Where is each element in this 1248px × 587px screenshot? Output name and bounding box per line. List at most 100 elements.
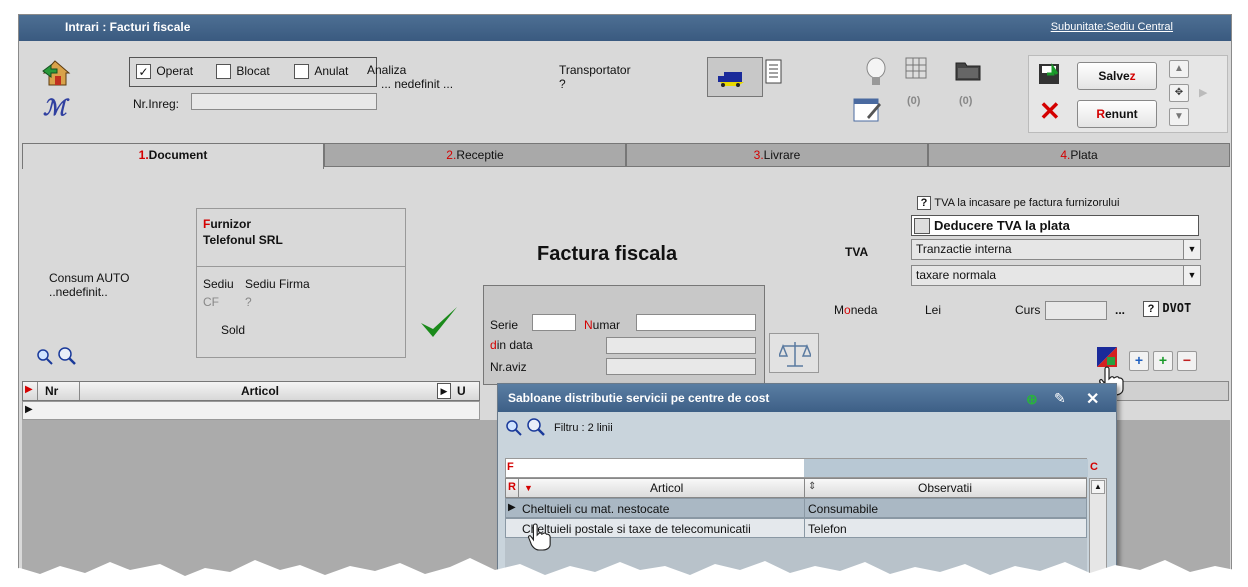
cancel-button[interactable]: Renunt	[1077, 100, 1157, 128]
torn-edge-decoration	[0, 558, 1248, 587]
nr-inreg-field[interactable]	[191, 93, 377, 110]
curs-field[interactable]	[1045, 301, 1107, 320]
dvot-label: DVOT	[1162, 301, 1192, 316]
consum-label: Consum AUTO	[49, 271, 130, 285]
col-u[interactable]: U	[457, 384, 466, 398]
col-dialog-articol[interactable]: Articol	[650, 481, 683, 495]
filter-status: Filtru : 2 linii	[554, 422, 613, 434]
lightbulb-icon[interactable]	[865, 57, 887, 92]
moneda-value[interactable]: Lei	[925, 303, 941, 317]
remove-button[interactable]: −	[1177, 351, 1197, 371]
table-row[interactable]: ▶	[22, 401, 480, 420]
sediu-label: Sediu	[203, 277, 234, 291]
furnizor-name: Telefonul SRL	[203, 233, 283, 247]
nr-aviz-label: Nr.aviz	[490, 360, 527, 374]
add-document-icon[interactable]: ⊕	[1026, 391, 1038, 408]
dialog-table-header: R ▼ Articol ⇕ Observatii	[505, 478, 1087, 498]
cancel-x-icon: ✕	[1039, 96, 1061, 126]
col-f-marker: F	[507, 461, 514, 473]
close-icon[interactable]: ✕	[1086, 389, 1099, 409]
table-row[interactable]: Cheltuieli postale si taxe de telecomuni…	[505, 518, 1087, 538]
home-icon[interactable]	[41, 59, 73, 90]
add-green-button[interactable]: +	[1153, 351, 1173, 371]
subunit-link[interactable]: Subunitate:Sediu Central	[1051, 21, 1173, 33]
document-list-icon[interactable]	[765, 59, 783, 88]
dialog-advanced-search-icon[interactable]	[526, 418, 546, 439]
transportator-value[interactable]: ?	[559, 77, 566, 91]
deducere-tva-row[interactable]: Deducere TVA la plata	[911, 215, 1199, 236]
folder-icon[interactable]	[955, 59, 981, 84]
validate-check-icon[interactable]	[419, 305, 459, 344]
filter-row[interactable]	[505, 458, 1088, 478]
col-dialog-observatii[interactable]: Observatii	[918, 481, 972, 495]
analiza-value[interactable]: ... nedefinit ...	[381, 77, 453, 91]
current-row-icon: ▶	[508, 502, 516, 513]
arrow-up-button[interactable]: ▲	[1169, 60, 1189, 78]
din-data-field[interactable]	[606, 337, 756, 354]
calendar-icon[interactable]	[853, 97, 883, 126]
taxare-select[interactable]: taxare normala ▼	[911, 265, 1201, 286]
consum-value[interactable]: ..nedefinit..	[49, 285, 108, 299]
edit-pencil-icon[interactable]: ✎	[1054, 390, 1066, 407]
transport-button[interactable]	[707, 57, 763, 97]
tab-receptie[interactable]: 2.Receptie	[324, 143, 626, 167]
sold-label: Sold	[221, 323, 246, 337]
advanced-search-icon[interactable]	[57, 347, 77, 368]
furnizor-box: Furnizor Telefonul SRL Sediu Sediu Firma…	[196, 208, 406, 358]
table-row[interactable]: ▶ Cheltuieli cu mat. nestocate Consumabi…	[505, 498, 1087, 518]
add-blue-button[interactable]: +	[1129, 351, 1149, 371]
save-icon	[1037, 62, 1061, 89]
sort-desc-icon[interactable]: ▼	[524, 483, 533, 493]
status-box: ✓ Operat Blocat Anulat	[129, 57, 377, 87]
din-data-label: din data	[490, 338, 533, 352]
main-window: Intrari : Facturi fiscale Subunitate:Sed…	[18, 14, 1232, 587]
navigate-icon[interactable]: ✥	[1169, 84, 1189, 102]
col-nr[interactable]: Nr	[45, 384, 58, 398]
tva-incasare-badge[interactable]: ?	[917, 195, 931, 210]
nr-inreg-label: Nr.Inreg:	[133, 97, 180, 111]
blocat-checkbox[interactable]	[216, 64, 231, 80]
deducere-checkbox[interactable]	[914, 218, 930, 234]
m-logo-icon[interactable]: ℳ	[43, 95, 67, 121]
dialog-search-icon[interactable]	[506, 420, 522, 439]
document-frame: Serie Numar din data Nr.aviz	[483, 285, 765, 385]
grid-icon[interactable]	[905, 57, 927, 82]
chevron-right-icon[interactable]: ▶	[1199, 86, 1207, 99]
column-toggle-icon[interactable]: ▶	[437, 383, 451, 399]
tva-incasare-row: ? TVA la incasare pe factura furnizorulu…	[917, 195, 1119, 210]
arrow-down-button[interactable]: ▼	[1169, 108, 1189, 126]
deducere-label: Deducere TVA la plata	[934, 218, 1070, 233]
furnizor-label[interactable]: Furnizor	[203, 217, 251, 231]
document-heading: Factura fiscala	[537, 243, 678, 265]
tab-document[interactable]: 1.Document	[22, 143, 324, 169]
tab-plata[interactable]: 4.Plata	[928, 143, 1230, 167]
cf-label: CF	[203, 295, 219, 309]
blocat-label: Blocat	[236, 64, 270, 78]
dvot-row[interactable]: ? DVOT	[1143, 301, 1191, 317]
row-observatii: Telefon	[808, 522, 847, 536]
cf-value: ?	[245, 295, 252, 309]
serie-field[interactable]	[532, 314, 576, 331]
sort-toggle-icon[interactable]: ⇕	[808, 481, 816, 492]
search-icon[interactable]	[37, 349, 53, 368]
tranzactie-select[interactable]: Tranzactie interna ▼	[911, 239, 1201, 260]
save-button[interactable]: Salvez	[1077, 62, 1157, 90]
scroll-up-icon[interactable]: ▲	[1091, 480, 1105, 494]
numar-field[interactable]	[636, 314, 756, 331]
operat-checkbox[interactable]: ✓	[136, 64, 151, 80]
col-articol[interactable]: Articol	[241, 384, 279, 398]
tab-livrare[interactable]: 3.Livrare	[626, 143, 928, 167]
current-row-icon: ▶	[25, 404, 33, 415]
balance-button[interactable]	[769, 333, 819, 373]
curs-label: Curs	[1015, 303, 1041, 317]
count-two: (0)	[959, 95, 973, 107]
title-bar: Intrari : Facturi fiscale Subunitate:Sed…	[19, 15, 1231, 41]
sediu-value[interactable]: Sediu Firma	[245, 277, 310, 291]
anulat-checkbox[interactable]	[294, 64, 309, 80]
row-articol: Cheltuieli cu mat. nestocate	[522, 502, 670, 516]
transportator-label: Transportator	[559, 63, 631, 77]
curs-ellipsis-button[interactable]: ...	[1115, 303, 1125, 317]
row-observatii: Consumabile	[808, 502, 879, 516]
serie-label: Serie	[490, 318, 519, 332]
nr-aviz-field[interactable]	[606, 358, 756, 375]
